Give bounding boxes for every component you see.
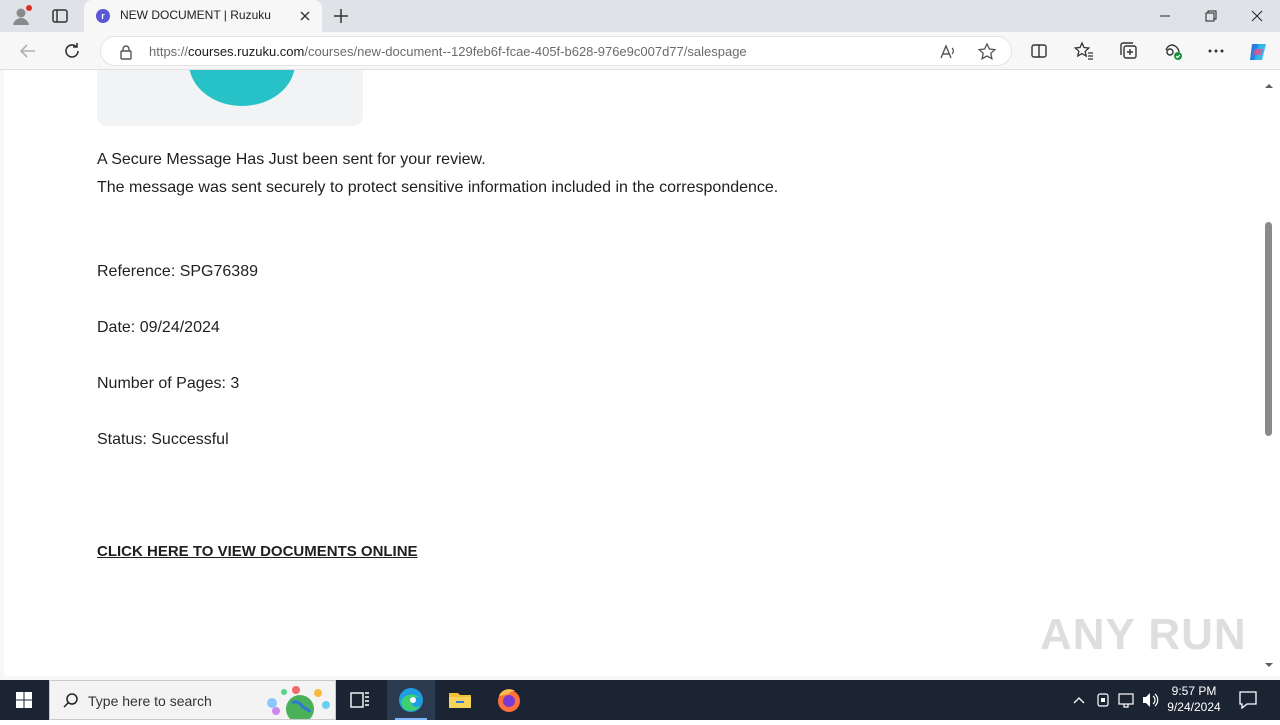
file-explorer-icon[interactable] <box>436 680 484 720</box>
tray-chevron-icon[interactable] <box>1070 680 1088 720</box>
tab-title: NEW DOCUMENT | Ruzuku <box>120 8 271 22</box>
pages-text: Number of Pages: 3 <box>97 375 240 392</box>
scrollbar-thumb[interactable] <box>1265 222 1272 436</box>
volume-icon[interactable] <box>1140 680 1160 720</box>
search-highlight-art-icon <box>262 683 332 723</box>
hero-illustration <box>97 70 363 126</box>
favorites-icon[interactable] <box>1073 40 1095 62</box>
back-icon[interactable] <box>17 40 39 62</box>
minimize-icon[interactable] <box>1142 0 1188 32</box>
scroll-up-icon[interactable] <box>1264 78 1274 88</box>
restore-icon[interactable] <box>1188 0 1234 32</box>
date-text: Date: 09/24/2024 <box>97 319 220 336</box>
url-path: /courses/new-document--129feb6f-fcae-405… <box>304 44 747 59</box>
edge-taskbar-icon[interactable] <box>387 680 435 720</box>
browser-toolbar: https://courses.ruzuku.com/courses/new-d… <box>0 32 1280 70</box>
tab-actions-icon[interactable] <box>50 6 70 26</box>
new-tab-icon[interactable] <box>330 5 352 27</box>
ruzuku-favicon-icon: r <box>96 9 110 23</box>
page-viewport: A Secure Message Has Just been sent for … <box>4 70 1262 676</box>
close-window-icon[interactable] <box>1234 0 1280 32</box>
clock-time: 9:57 PM <box>1171 684 1217 698</box>
network-icon[interactable] <box>1116 680 1136 720</box>
more-menu-icon[interactable] <box>1205 40 1227 62</box>
tab-strip: r NEW DOCUMENT | Ruzuku <box>0 0 1280 32</box>
firefox-icon[interactable] <box>485 680 533 720</box>
split-screen-icon[interactable] <box>1028 40 1050 62</box>
active-tab[interactable]: r NEW DOCUMENT | Ruzuku <box>84 0 322 32</box>
url-scheme: https:// <box>149 44 189 59</box>
clock-date: 9/24/2024 <box>1167 700 1221 714</box>
view-documents-link[interactable]: CLICK HERE TO VIEW DOCUMENTS ONLINE <box>97 543 418 560</box>
reference-text: Reference: SPG76389 <box>97 263 258 280</box>
address-bar[interactable]: https://courses.ruzuku.com/courses/new-d… <box>100 36 1012 66</box>
anyrun-watermark: ANY RUN <box>1040 610 1247 659</box>
refresh-icon[interactable] <box>61 40 83 62</box>
status-text: Status: Successful <box>97 431 229 448</box>
taskbar-search-box[interactable]: Type here to search <box>49 680 336 723</box>
tray-app-icon[interactable] <box>1094 680 1112 720</box>
extensions-icon[interactable] <box>1162 40 1184 62</box>
taskbar: Type here to search 9:57 PM 9/24/2024 <box>0 680 1280 723</box>
favorite-star-icon[interactable] <box>977 42 997 62</box>
message-line-2: The message was sent securely to protect… <box>97 179 779 196</box>
copilot-icon[interactable] <box>1246 40 1268 62</box>
scroll-down-icon[interactable] <box>1264 657 1274 667</box>
notifications-icon[interactable] <box>1236 680 1260 720</box>
search-placeholder: Type here to search <box>88 693 212 709</box>
windows-start-icon[interactable] <box>0 680 48 720</box>
read-aloud-icon[interactable] <box>939 43 957 61</box>
lock-icon[interactable] <box>119 44 133 60</box>
task-view-icon[interactable] <box>336 680 384 720</box>
tab-close-icon[interactable] <box>296 7 314 25</box>
url-text[interactable]: https://courses.ruzuku.com/courses/new-d… <box>149 44 747 59</box>
collections-icon[interactable] <box>1118 40 1140 62</box>
search-icon <box>62 692 80 710</box>
profile-icon[interactable] <box>10 5 32 27</box>
message-line-1: A Secure Message Has Just been sent for … <box>97 151 486 168</box>
url-host: courses.ruzuku.com <box>188 44 305 59</box>
illustration-shape-teal <box>189 70 295 106</box>
taskbar-clock[interactable]: 9:57 PM 9/24/2024 <box>1160 683 1228 715</box>
